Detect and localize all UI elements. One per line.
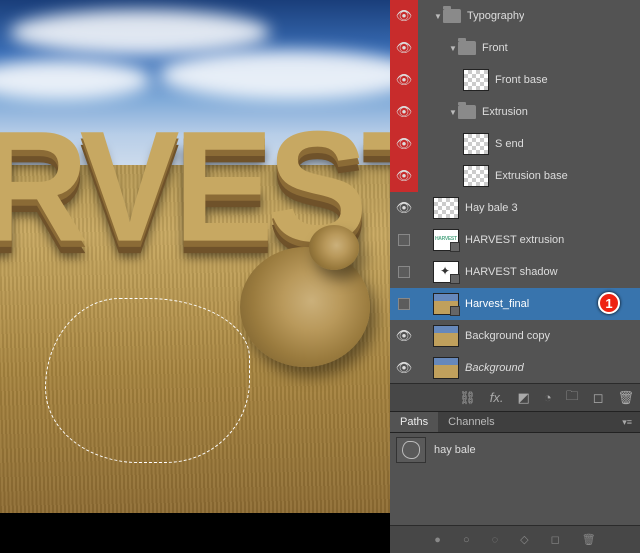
visibility-eye-icon[interactable]: 👁 <box>396 168 413 184</box>
layer-s-end[interactable]: 👁 S end <box>390 128 640 160</box>
layer-list[interactable]: 👁 ▼ Typography 👁 ▼ Front 👁 Front base 👁 … <box>390 0 640 383</box>
layers-footer: ⛓ fx. ◩ ◔ 🗀 ◻ 🗑 <box>390 383 640 411</box>
visibility-eye-icon[interactable]: 👁 <box>396 104 413 120</box>
layer-label: Background <box>465 362 524 374</box>
paths-list[interactable]: hay bale <box>390 433 640 525</box>
panel-menu-icon[interactable]: ▾≡ <box>614 417 640 428</box>
layer-thumbnail <box>433 229 459 251</box>
layer-thumbnail <box>433 325 459 347</box>
layer-harvest-final[interactable]: Harvest_final 1 <box>390 288 640 320</box>
tab-paths[interactable]: Paths <box>390 412 438 432</box>
layer-label: HARVEST extrusion <box>465 234 564 246</box>
layer-hay-bale-3[interactable]: 👁 Hay bale 3 <box>390 192 640 224</box>
folder-icon <box>443 9 461 23</box>
layer-label: S end <box>495 138 524 150</box>
layer-label: Extrusion base <box>495 170 568 182</box>
layer-thumbnail <box>463 165 489 187</box>
cloud <box>0 60 150 100</box>
layer-background[interactable]: 👁 Background <box>390 352 640 383</box>
paths-footer: ● ○ ◌ ◇ ◻ 🗑 <box>390 525 640 553</box>
path-label: hay bale <box>434 444 476 456</box>
delete-layer-icon[interactable]: 🗑 <box>617 390 634 406</box>
fill-path-icon[interactable]: ● <box>434 534 441 546</box>
visibility-eye-icon[interactable]: 👁 <box>396 8 413 24</box>
layer-extrusion-base[interactable]: 👁 Extrusion base <box>390 160 640 192</box>
layer-group-typography[interactable]: 👁 ▼ Typography <box>390 0 640 32</box>
hay-bale <box>309 225 359 270</box>
path-to-selection-icon[interactable]: ◌ <box>492 534 499 546</box>
layer-label: Hay bale 3 <box>465 202 518 214</box>
3d-badge-icon <box>450 242 460 252</box>
chevron-down-icon[interactable]: ▼ <box>448 44 458 53</box>
layer-label: Background copy <box>465 330 550 342</box>
annotation-callout-1: 1 <box>598 292 620 314</box>
layer-label: Front <box>482 42 508 54</box>
layer-thumbnail <box>433 293 459 315</box>
visibility-eye-icon[interactable]: 👁 <box>396 360 413 376</box>
layers-panel: 👁 ▼ Typography 👁 ▼ Front 👁 Front base 👁 … <box>390 0 640 513</box>
hay-bale <box>240 247 370 367</box>
visibility-off-icon[interactable] <box>398 298 410 310</box>
chevron-down-icon[interactable]: ▼ <box>433 12 443 21</box>
layer-thumbnail <box>463 69 489 91</box>
visibility-eye-icon[interactable]: 👁 <box>396 72 413 88</box>
layer-label: Extrusion <box>482 106 528 118</box>
folder-icon <box>458 105 476 119</box>
layer-thumbnail <box>433 197 459 219</box>
link-layers-icon[interactable]: ⛓ <box>459 390 476 406</box>
path-item-hay-bale[interactable]: hay bale <box>390 433 640 467</box>
layer-front-base[interactable]: 👁 Front base <box>390 64 640 96</box>
visibility-eye-icon[interactable]: 👁 <box>396 136 413 152</box>
add-mask-icon[interactable]: ◩ <box>518 390 530 406</box>
layer-harvest-shadow[interactable]: HARVEST shadow <box>390 256 640 288</box>
visibility-eye-icon[interactable]: 👁 <box>396 200 413 216</box>
layer-harvest-extrusion[interactable]: HARVEST extrusion <box>390 224 640 256</box>
visibility-eye-icon[interactable]: 👁 <box>396 40 413 56</box>
3d-badge-icon <box>450 274 460 284</box>
visibility-eye-icon[interactable]: 👁 <box>396 328 413 344</box>
layer-group-extrusion[interactable]: 👁 ▼ Extrusion <box>390 96 640 128</box>
chevron-down-icon[interactable]: ▼ <box>448 108 458 117</box>
visibility-off-icon[interactable] <box>398 266 410 278</box>
layer-label: Front base <box>495 74 548 86</box>
new-group-icon[interactable]: 🗀 <box>566 387 579 409</box>
adjustment-layer-icon[interactable]: ◔ <box>544 390 552 405</box>
layer-label: Harvest_final <box>465 298 529 310</box>
visibility-off-icon[interactable] <box>398 234 410 246</box>
new-layer-icon[interactable]: ◻ <box>593 390 604 406</box>
3d-badge-icon <box>450 306 460 316</box>
layer-label: HARVEST shadow <box>465 266 558 278</box>
layer-thumbnail <box>433 357 459 379</box>
paths-panel-tabs: Paths Channels ▾≡ <box>390 411 640 433</box>
layer-background-copy[interactable]: 👁 Background copy <box>390 320 640 352</box>
document-canvas[interactable]: RVEST <box>0 0 390 513</box>
delete-path-icon[interactable]: 🗑 <box>582 533 596 546</box>
cloud <box>160 50 390 100</box>
layer-thumbnail <box>463 133 489 155</box>
stroke-path-icon[interactable]: ○ <box>463 534 470 546</box>
layer-thumbnail <box>433 261 459 283</box>
make-work-path-icon[interactable]: ◇ <box>520 533 528 546</box>
path-thumbnail <box>396 437 426 463</box>
marching-ants-selection <box>45 298 250 463</box>
layer-fx-icon[interactable]: fx. <box>490 390 504 405</box>
layer-label: Typography <box>467 10 524 22</box>
folder-icon <box>458 41 476 55</box>
tab-channels[interactable]: Channels <box>438 412 504 432</box>
new-path-icon[interactable]: ◻ <box>551 533 560 546</box>
layer-group-front[interactable]: 👁 ▼ Front <box>390 32 640 64</box>
cloud <box>10 10 270 55</box>
